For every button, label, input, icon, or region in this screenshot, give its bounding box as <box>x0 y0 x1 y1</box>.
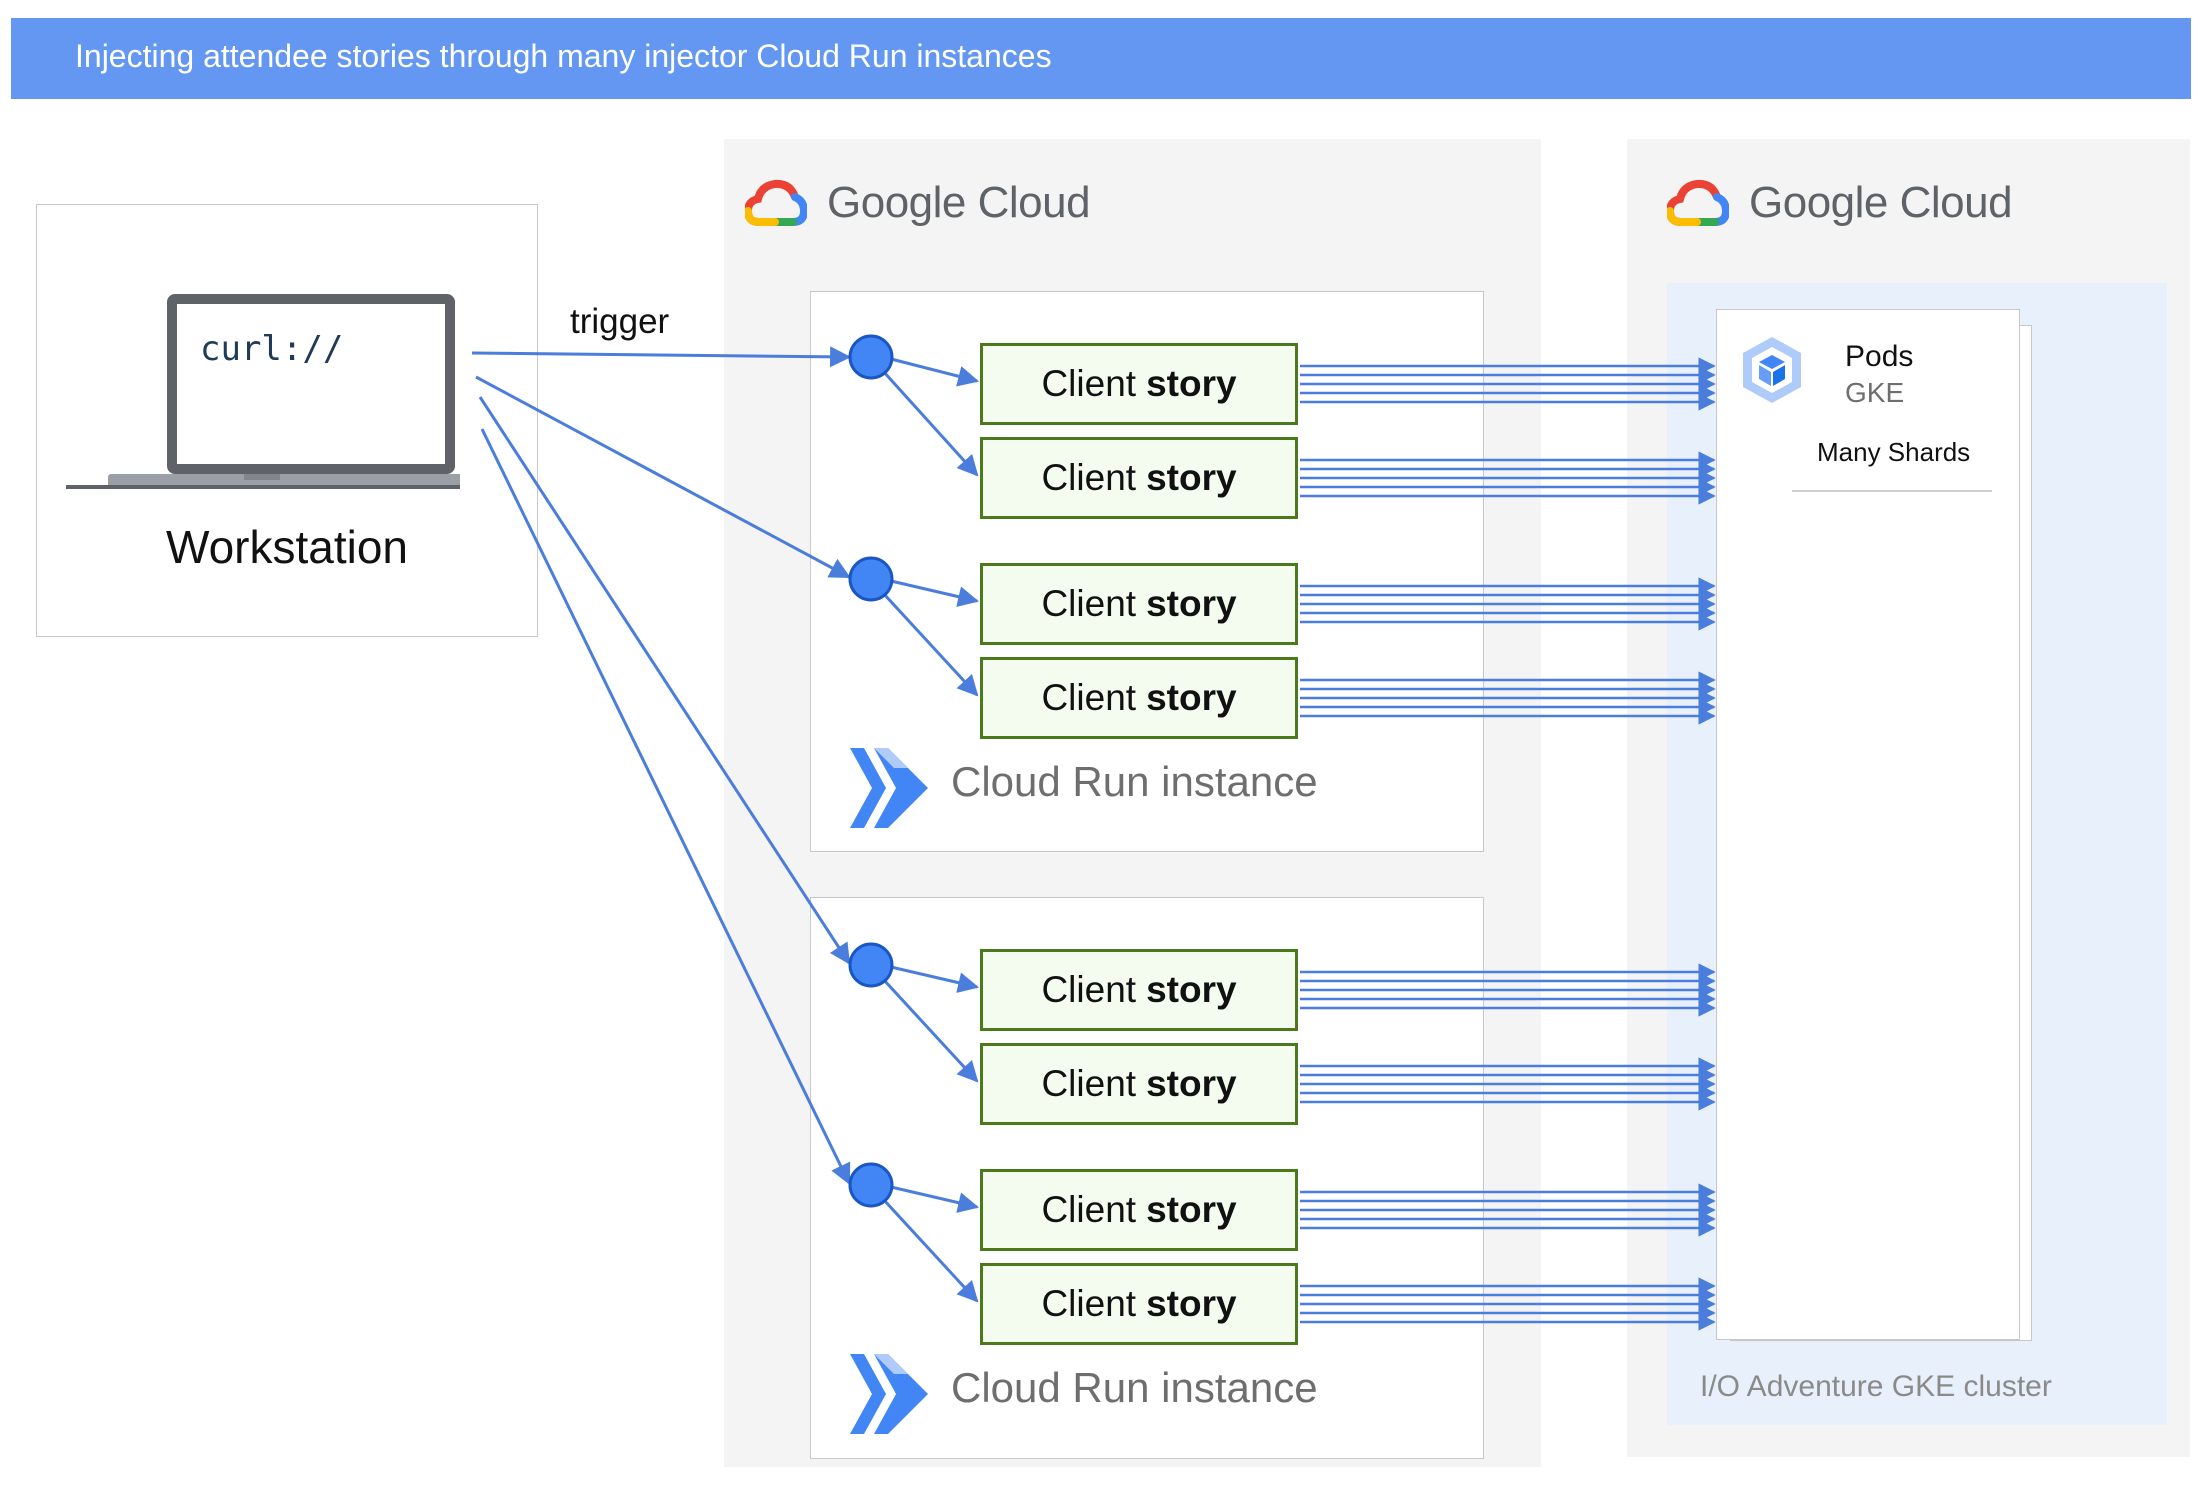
story-arrow <box>890 965 980 993</box>
story-arrow <box>881 591 979 697</box>
dispatcher-node <box>848 334 894 380</box>
story-arrow <box>881 1197 979 1303</box>
trigger-arrow <box>480 428 851 1185</box>
dispatcher-node <box>848 1162 894 1208</box>
trigger-arrow <box>471 346 852 368</box>
story-arrow <box>890 1185 980 1213</box>
trigger-arrow <box>478 396 851 965</box>
story-arrow <box>881 977 979 1083</box>
story-arrow <box>881 369 979 477</box>
dispatcher-node <box>848 942 894 988</box>
story-arrow <box>890 357 980 387</box>
story-arrow <box>890 579 980 607</box>
connectors-layer <box>471 334 1716 1331</box>
dispatcher-node <box>848 556 894 602</box>
